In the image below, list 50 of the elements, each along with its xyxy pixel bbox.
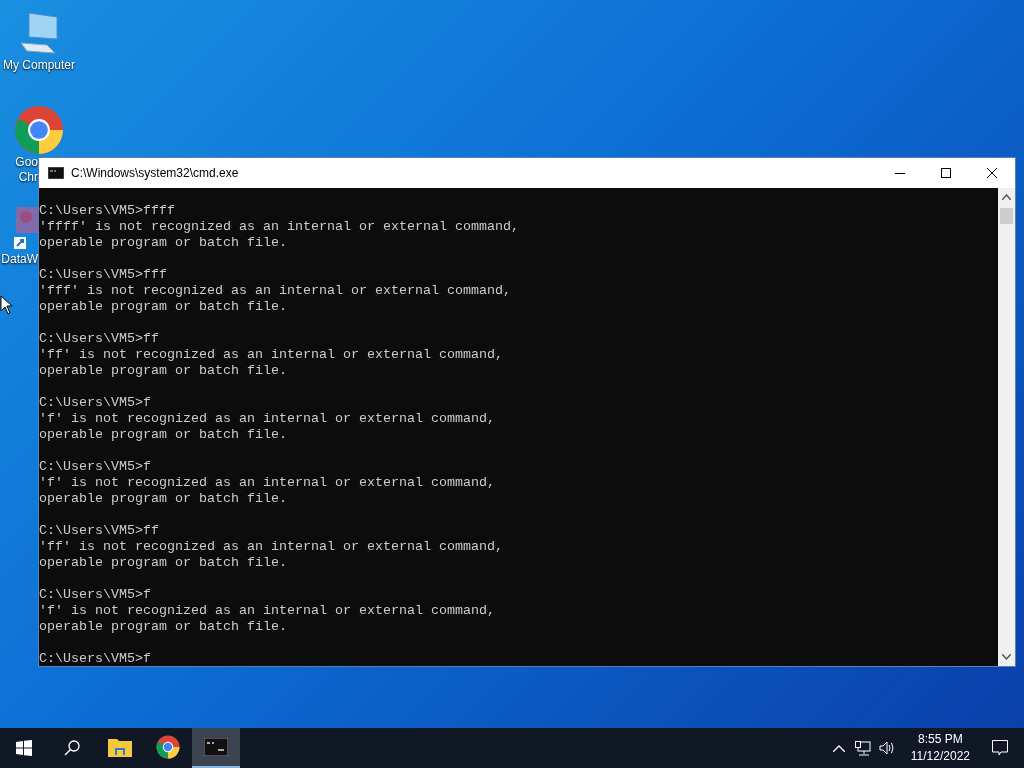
console-line: 'ff' is not recognized as an internal or external command,: [39, 347, 504, 363]
console-line: 'ff' is not recognized as an internal or external command,: [39, 539, 504, 555]
scroll-up-icon: [1002, 194, 1011, 200]
terminal-icon: [204, 738, 228, 756]
search-icon: [64, 740, 80, 756]
maximize-icon: [941, 168, 951, 178]
icon-label[interactable]: Goo: [15, 155, 38, 170]
console-line: C:\Users\VM5>f: [39, 587, 152, 603]
console-line: operable program or batch file.: [39, 363, 288, 379]
network-icon[interactable]: [854, 740, 871, 756]
speaker-icon[interactable]: [878, 741, 895, 755]
icon-label[interactable]: DataW: [1, 252, 38, 267]
console-line: C:\Users\VM5>ff: [39, 523, 160, 539]
console-line: 'ffff' is not recognized as an internal or external command,: [39, 219, 520, 235]
chrome-icon: [156, 735, 180, 759]
cursor-icon: [0, 295, 13, 315]
console-line: operable program or batch file.: [39, 491, 288, 507]
console-line: C:\Users\VM5>ff: [39, 331, 160, 347]
console-line: C:\Users\VM5>ffff: [39, 203, 176, 219]
console-line: 'f' is not recognized as an internal or external command,: [39, 475, 496, 491]
terminal-icon: [48, 167, 64, 179]
app-icon: [14, 205, 38, 249]
folder-icon: [108, 737, 132, 757]
clock[interactable]: 8:55 PM 11/12/2022: [904, 731, 976, 765]
console-line: operable program or batch file.: [39, 427, 288, 443]
console-line: C:\Users\VM5>fff: [39, 267, 168, 283]
console-line: C:\Users\VM5>f: [39, 395, 152, 411]
scroll-down-icon: [1002, 654, 1011, 660]
console-line: operable program or batch file.: [39, 299, 288, 315]
window-title: C:\Windows\system32\cmd.exe: [71, 165, 240, 182]
console-line: 'fff' is not recognized as an internal or external command,: [39, 283, 512, 299]
taskbar-app[interactable]: [192, 728, 240, 768]
console-line: operable program or batch file.: [39, 235, 288, 251]
chevron-up-icon[interactable]: [832, 744, 845, 752]
scroll-thumb[interactable]: [1000, 208, 1013, 224]
windows-logo-icon: [16, 740, 32, 756]
console-line: C:\Users\VM5>f: [39, 651, 152, 666]
console-line: C:\Users\VM5>f: [39, 459, 152, 475]
icon-label[interactable]: Chr: [18, 170, 38, 185]
notification-icon: [992, 740, 1008, 756]
minimize-icon: [895, 172, 905, 174]
console-line: 'f' is not recognized as an internal or external command,: [39, 411, 496, 427]
close-icon: [987, 168, 997, 178]
console-line: operable program or batch file.: [39, 555, 288, 571]
computer-icon: [17, 11, 61, 55]
console-line: 'f' is not recognized as an internal or external command,: [39, 603, 496, 619]
icon-label[interactable]: My Computer: [3, 58, 75, 73]
chrome-icon: [14, 105, 64, 155]
console-line: operable program or batch file.: [39, 619, 288, 635]
scrollbar[interactable]: [998, 188, 1015, 666]
